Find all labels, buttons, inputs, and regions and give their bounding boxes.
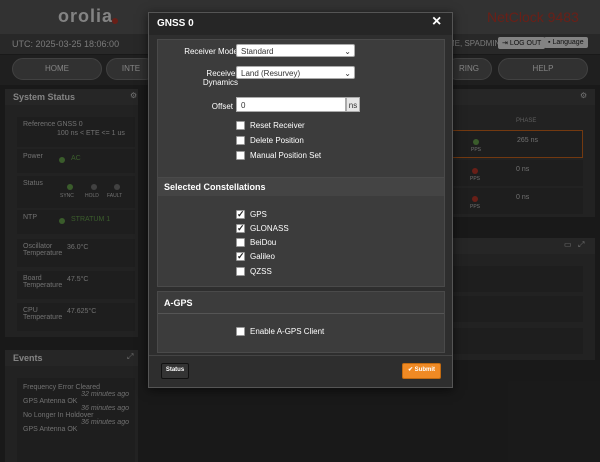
dialog-title: GNSS 0 (157, 18, 194, 29)
reset-receiver-checkbox[interactable] (236, 121, 245, 130)
enable-agps-checkbox[interactable] (236, 327, 245, 336)
divider (158, 313, 444, 314)
offset-unit: ns (346, 97, 360, 112)
beidou-checkbox[interactable] (236, 238, 245, 247)
galileo-checkbox[interactable] (236, 251, 245, 262)
dialog-header: GNSS 0 × (149, 13, 452, 35)
agps-title: A-GPS (164, 298, 193, 308)
qzss-label: QZSS (250, 267, 272, 276)
receiver-dynamics-label: Receiver Dynamics (202, 69, 238, 87)
receiver-settings-section: Receiver Mode Standard ⌄ Receiver Dynami… (157, 39, 445, 179)
gps-label: GPS (250, 210, 267, 219)
gnss-settings-dialog: GNSS 0 × Receiver Mode Standard ⌄ Receiv… (148, 12, 453, 388)
close-icon[interactable]: × (432, 13, 441, 31)
chevron-down-icon: ⌄ (344, 47, 351, 56)
receiver-mode-label: Receiver Mode (184, 47, 238, 56)
divider (149, 355, 452, 356)
reset-receiver-label: Reset Receiver (250, 121, 305, 130)
manual-position-set-checkbox[interactable] (236, 151, 245, 160)
delete-position-label: Delete Position (250, 136, 304, 145)
qzss-checkbox[interactable] (236, 267, 245, 276)
constellations-section: Selected Constellations GPS GLONASS BeiD… (157, 177, 445, 287)
galileo-label: Galileo (250, 252, 275, 261)
manual-position-set-label: Manual Position Set (250, 151, 322, 160)
gps-checkbox[interactable] (236, 209, 245, 220)
glonass-checkbox[interactable] (236, 223, 245, 234)
offset-input[interactable]: 0 (236, 97, 346, 112)
receiver-mode-select[interactable]: Standard ⌄ (236, 44, 355, 57)
agps-section: A-GPS Enable A-GPS Client (157, 291, 445, 353)
receiver-dynamics-select[interactable]: Land (Resurvey) ⌄ (236, 66, 355, 79)
submit-button[interactable]: ✔ Submit (402, 363, 441, 379)
enable-agps-label: Enable A-GPS Client (250, 327, 325, 336)
constellations-title: Selected Constellations (164, 182, 266, 192)
beidou-label: BeiDou (250, 238, 277, 247)
offset-label: Offset (211, 102, 233, 111)
status-button[interactable]: Status (161, 363, 189, 379)
check-circle-icon: ✔ (407, 367, 415, 373)
delete-position-checkbox[interactable] (236, 136, 245, 145)
chevron-down-icon: ⌄ (344, 69, 351, 78)
glonass-label: GLONASS (250, 224, 289, 233)
